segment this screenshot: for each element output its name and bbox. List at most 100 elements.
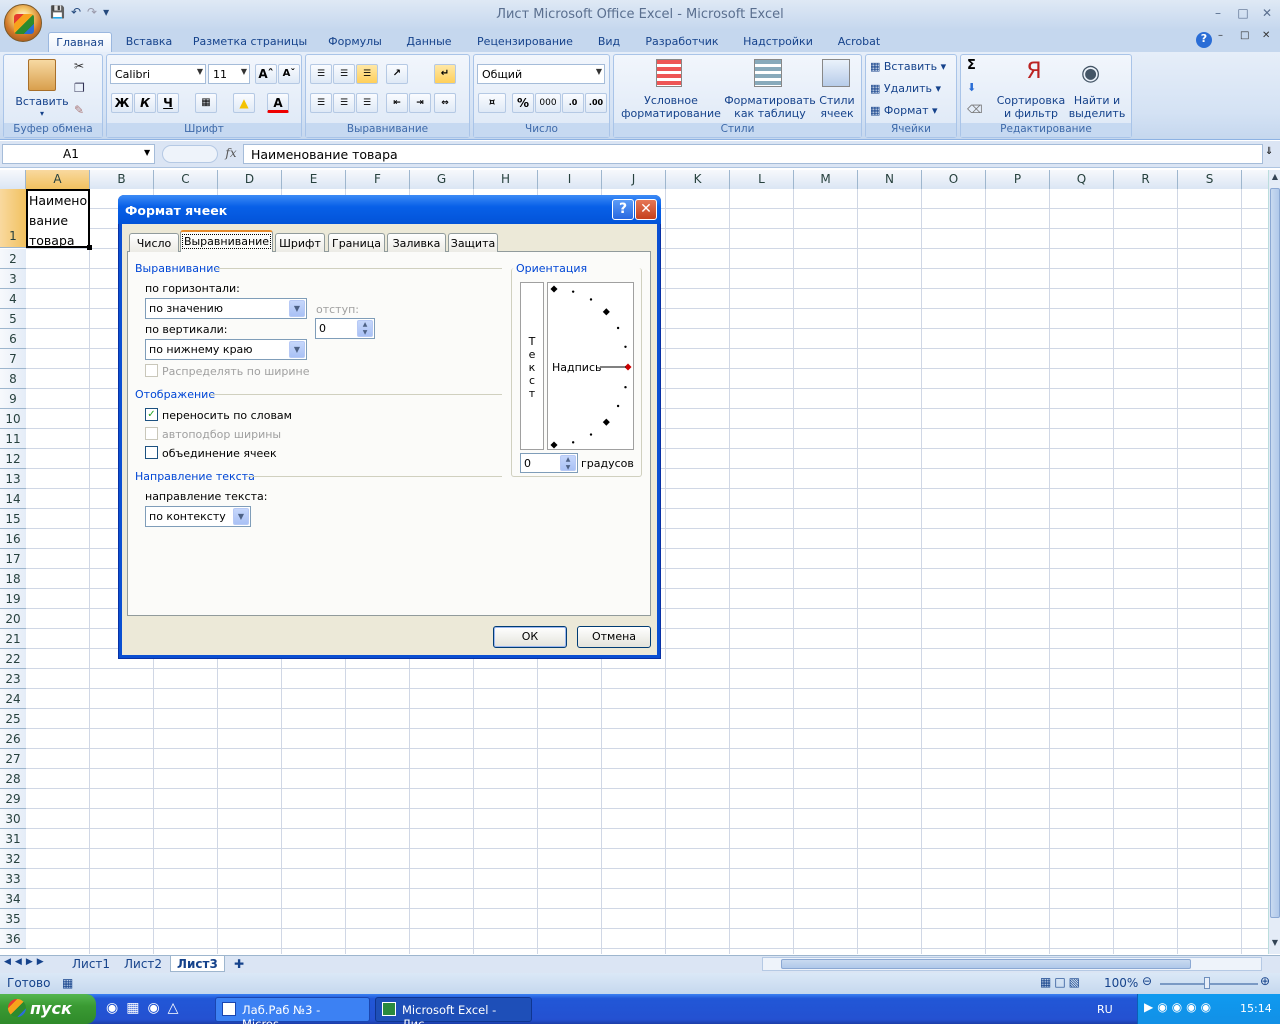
percent-button[interactable]: % xyxy=(512,93,534,113)
format-as-table-icon[interactable] xyxy=(754,59,782,87)
minimize-icon[interactable]: – xyxy=(1207,6,1229,22)
align-top-icon[interactable]: ☰ xyxy=(310,64,332,84)
merge-cells-label[interactable]: объединение ячеек xyxy=(162,447,277,460)
format-as-table-label2[interactable]: как таблицу xyxy=(722,107,818,120)
row-header[interactable]: 36 xyxy=(0,929,26,949)
find-select-label1[interactable]: Найти и xyxy=(1065,94,1129,107)
align-left-icon[interactable]: ☰ xyxy=(310,93,332,113)
row-header[interactable]: 30 xyxy=(0,809,26,829)
sheet-tab-1[interactable]: Лист1 xyxy=(66,956,116,972)
orientation-angle-marker[interactable] xyxy=(602,308,610,316)
column-header[interactable]: S xyxy=(1178,170,1242,189)
thousands-button[interactable]: 000 xyxy=(535,93,561,113)
merge-cells-checkbox[interactable] xyxy=(145,446,158,459)
dialog-tab-font[interactable]: Шрифт xyxy=(275,233,325,252)
column-header[interactable]: N xyxy=(858,170,922,189)
orientation-tick-dot[interactable] xyxy=(616,326,620,330)
row-header[interactable]: 9 xyxy=(0,389,26,409)
font-size-combo[interactable]: 11 ▼ xyxy=(208,64,250,84)
fill-icon[interactable]: ⬇ xyxy=(967,81,976,94)
scroll-down-icon[interactable]: ▼ xyxy=(1270,938,1280,952)
row-header[interactable]: 34 xyxy=(0,889,26,909)
select-all-button[interactable] xyxy=(0,170,26,189)
scroll-up-icon[interactable]: ▲ xyxy=(1270,172,1280,186)
borders-icon[interactable]: ▦ xyxy=(195,93,217,113)
customize-qat-icon[interactable]: ▾ xyxy=(103,5,109,23)
copy-icon[interactable]: ❐ xyxy=(74,81,85,95)
tab-addins[interactable]: Надстройки xyxy=(736,32,820,52)
ribbon-minimize-icon[interactable]: – xyxy=(1218,30,1223,41)
row-header[interactable]: 25 xyxy=(0,709,26,729)
language-indicator[interactable]: RU xyxy=(1097,1003,1113,1016)
save-icon[interactable]: 💾 xyxy=(50,5,65,23)
column-header[interactable]: R xyxy=(1114,170,1178,189)
sheet-nav-icon[interactable]: ◀◀▶▶ xyxy=(4,957,48,967)
row-header[interactable]: 35 xyxy=(0,909,26,929)
column-header[interactable]: J xyxy=(602,170,666,189)
orientation-tick-dot[interactable] xyxy=(589,298,593,301)
tab-developer[interactable]: Разработчик xyxy=(638,32,726,52)
column-header[interactable]: F xyxy=(346,170,410,189)
column-header[interactable]: A xyxy=(26,170,90,189)
cut-icon[interactable]: ✂ xyxy=(74,59,84,73)
column-header[interactable]: O xyxy=(922,170,986,189)
paste-icon[interactable] xyxy=(28,59,56,91)
increase-decimal-icon[interactable]: .0 xyxy=(562,93,584,113)
format-as-table-label1[interactable]: Форматировать xyxy=(722,94,818,107)
orientation-tick-dot[interactable] xyxy=(571,441,575,444)
column-header[interactable]: D xyxy=(218,170,282,189)
bold-button[interactable]: Ж xyxy=(111,93,133,113)
clear-icon[interactable]: ⌫ xyxy=(967,103,983,116)
cell-styles-icon[interactable] xyxy=(822,59,850,87)
find-select-label2[interactable]: выделить xyxy=(1065,107,1129,120)
conditional-format-label2[interactable]: форматирование xyxy=(616,107,726,120)
row-header[interactable]: 13 xyxy=(0,469,26,489)
font-name-combo[interactable]: Calibri ▼ xyxy=(110,64,206,84)
row-header[interactable]: 4 xyxy=(0,289,26,309)
paste-dropdown-icon[interactable]: ▾ xyxy=(10,107,74,120)
cancel-button[interactable]: Отмена xyxy=(577,626,651,648)
row-header[interactable]: 14 xyxy=(0,489,26,509)
cell-a1[interactable]: Наимено вание товара xyxy=(26,189,90,248)
increase-indent-icon[interactable]: ⇥ xyxy=(409,93,431,113)
row-header[interactable]: 20 xyxy=(0,609,26,629)
ribbon-restore-icon[interactable]: □ xyxy=(1240,30,1249,41)
orientation-tick-dot[interactable] xyxy=(616,404,620,408)
row-header[interactable]: 33 xyxy=(0,869,26,889)
row-header[interactable]: 2 xyxy=(0,249,26,269)
row-header[interactable]: 23 xyxy=(0,669,26,689)
align-center-icon[interactable]: ☰ xyxy=(333,93,355,113)
office-button[interactable] xyxy=(4,4,42,42)
row-header[interactable]: 28 xyxy=(0,769,26,789)
italic-button[interactable]: К xyxy=(134,93,156,113)
conditional-format-label1[interactable]: Условное xyxy=(616,94,726,107)
wrap-text-icon[interactable]: ↵ xyxy=(434,64,456,84)
zoom-out-icon[interactable]: ⊖ xyxy=(1142,974,1152,988)
horizontal-scroll-thumb[interactable] xyxy=(781,959,1191,969)
merge-center-icon[interactable]: ⇔ xyxy=(434,93,456,113)
column-header[interactable]: G xyxy=(410,170,474,189)
orientation-tick-dot[interactable] xyxy=(624,385,627,389)
spinner-arrows-icon[interactable]: ▲ ▼ xyxy=(560,455,576,471)
horizontal-select[interactable]: по значению ▼ xyxy=(145,298,307,319)
dialog-tab-alignment[interactable]: Выравнивание xyxy=(180,230,273,252)
row-header[interactable]: 32 xyxy=(0,849,26,869)
orientation-icon[interactable]: ↗ xyxy=(386,64,408,84)
dialog-help-icon[interactable]: ? xyxy=(612,199,634,220)
tab-home[interactable]: Главная xyxy=(48,32,112,52)
view-buttons-icon[interactable]: ▦□▧ xyxy=(1040,975,1083,989)
row-header[interactable]: 27 xyxy=(0,749,26,769)
column-header[interactable]: L xyxy=(730,170,794,189)
row-header[interactable]: 5 xyxy=(0,309,26,329)
orientation-angle-marker[interactable] xyxy=(602,418,610,426)
tab-data[interactable]: Данные xyxy=(398,32,460,52)
wrap-text-checkbox[interactable]: ✓ xyxy=(145,408,158,421)
sheet-tab-2[interactable]: Лист2 xyxy=(118,956,168,972)
column-header[interactable]: I xyxy=(538,170,602,189)
zoom-in-icon[interactable]: ⊕ xyxy=(1260,974,1270,988)
tab-insert[interactable]: Вставка xyxy=(118,32,180,52)
row-header[interactable]: 6 xyxy=(0,329,26,349)
taskbar-item-excel[interactable]: Microsoft Excel - Лис... xyxy=(375,997,532,1024)
dialog-tab-number[interactable]: Число xyxy=(129,233,179,252)
row-header[interactable]: 31 xyxy=(0,829,26,849)
